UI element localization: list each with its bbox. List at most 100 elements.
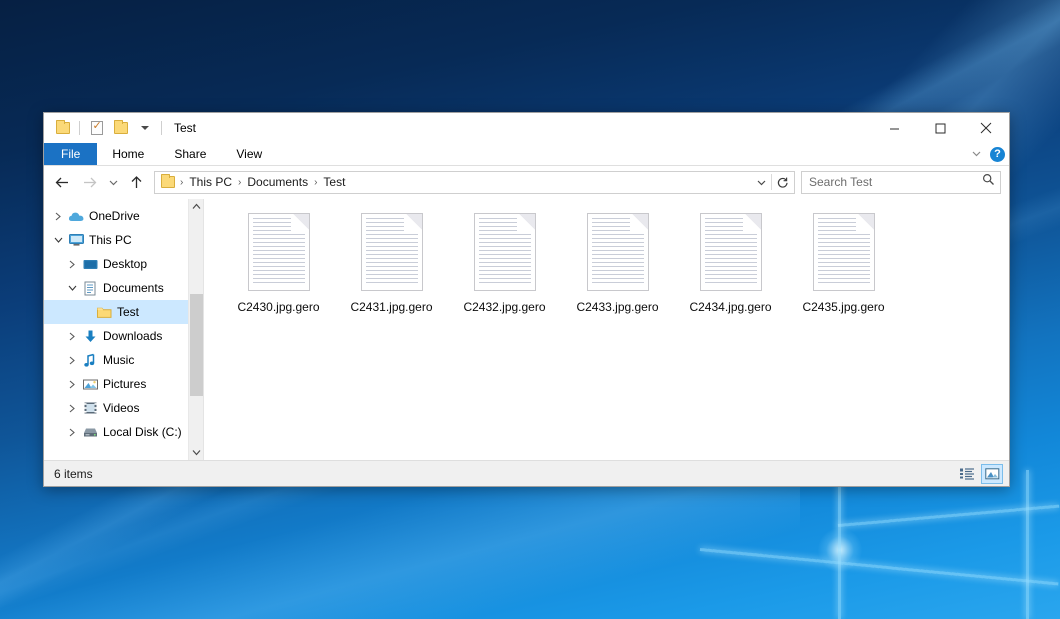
chevron-right-icon[interactable] [64, 332, 80, 341]
chevron-down-icon[interactable] [64, 284, 80, 292]
file-name-label: C2433.jpg.gero [576, 300, 658, 314]
chevron-down-icon[interactable] [134, 118, 155, 139]
ribbon-right-controls: ? [971, 143, 1005, 166]
sidebar-item-label: OneDrive [86, 209, 140, 223]
close-button[interactable] [963, 113, 1009, 143]
generic-document-icon [700, 213, 762, 291]
desktop-background: Test File Home Share View [0, 0, 1060, 619]
pictures-icon [80, 378, 100, 391]
monitor-icon [66, 233, 86, 247]
address-bar-tools [751, 172, 792, 193]
generic-document-icon [474, 213, 536, 291]
refresh-icon[interactable] [772, 172, 792, 193]
quick-access-toolbar [44, 118, 165, 139]
breadcrumb-item-documents[interactable]: Documents [243, 175, 312, 189]
cloud-icon [66, 210, 86, 223]
sidebar-item-music[interactable]: Music [44, 348, 203, 372]
sidebar-item-label: Downloads [100, 329, 162, 343]
search-box[interactable]: Search Test [801, 171, 1001, 194]
generic-document-icon [248, 213, 310, 291]
chevron-down-icon[interactable] [971, 146, 982, 164]
chevron-right-icon[interactable] [64, 428, 80, 437]
file-name-label: C2432.jpg.gero [463, 300, 545, 314]
sidebar-item-pictures[interactable]: Pictures [44, 372, 203, 396]
sidebar-item-local-disk-c[interactable]: Local Disk (C:) [44, 420, 203, 444]
chevron-right-icon[interactable] [50, 212, 66, 221]
chevron-right-icon[interactable] [64, 260, 80, 269]
breadcrumb-item-this-pc[interactable]: This PC [185, 175, 236, 189]
chevron-right-icon[interactable] [64, 404, 80, 413]
search-input[interactable]: Search Test [809, 175, 982, 189]
status-bar: 6 items [44, 460, 1009, 486]
tab-home[interactable]: Home [97, 143, 159, 165]
details-view-icon[interactable] [956, 464, 978, 484]
sidebar-item-label: Documents [100, 281, 164, 295]
download-icon [80, 329, 100, 344]
help-icon[interactable]: ? [990, 147, 1005, 162]
qat-separator-1 [79, 121, 80, 135]
new-folder-icon[interactable] [110, 118, 131, 139]
chevron-right-icon[interactable] [64, 356, 80, 365]
list-item[interactable]: C2431.jpg.gero [335, 213, 448, 333]
view-mode-buttons [956, 464, 1003, 484]
list-item[interactable]: C2435.jpg.gero [787, 213, 900, 333]
drive-icon [80, 426, 100, 439]
music-icon [80, 353, 100, 368]
tab-share[interactable]: Share [159, 143, 221, 165]
up-button[interactable] [123, 169, 150, 195]
file-name-label: C2435.jpg.gero [802, 300, 884, 314]
title-bar[interactable]: Test [44, 113, 1009, 143]
breadcrumb-item-test[interactable]: Test [319, 175, 349, 189]
maximize-button[interactable] [917, 113, 963, 143]
address-bar-row: › This PC › Documents › Test [44, 166, 1009, 199]
ribbon-tab-bar: File Home Share View ? [44, 143, 1009, 166]
chevron-down-icon[interactable] [50, 236, 66, 244]
file-name-label: C2431.jpg.gero [350, 300, 432, 314]
sidebar-item-this-pc[interactable]: This PC [44, 228, 203, 252]
chevron-down-icon[interactable] [751, 172, 771, 193]
window-title: Test [174, 121, 196, 135]
tab-view[interactable]: View [221, 143, 277, 165]
breadcrumb-separator-1[interactable]: › [236, 177, 243, 188]
navigation-pane-scrollbar[interactable] [188, 199, 203, 460]
chevron-down-icon[interactable] [189, 445, 204, 460]
breadcrumb-separator-2[interactable]: › [312, 177, 319, 188]
sidebar-item-onedrive[interactable]: OneDrive [44, 204, 203, 228]
list-item[interactable]: C2433.jpg.gero [561, 213, 674, 333]
list-item[interactable]: C2430.jpg.gero [222, 213, 335, 333]
scrollbar-thumb[interactable] [190, 294, 203, 396]
breadcrumb: › This PC › Documents › Test [161, 175, 751, 189]
file-name-label: C2430.jpg.gero [237, 300, 319, 314]
search-icon[interactable] [982, 173, 995, 191]
sidebar-item-desktop[interactable]: Desktop [44, 252, 203, 276]
desktop-icon [80, 258, 100, 271]
chevron-up-icon[interactable] [189, 199, 204, 214]
tab-file[interactable]: File [44, 143, 97, 165]
generic-document-icon [587, 213, 649, 291]
generic-document-icon [813, 213, 875, 291]
large-icons-view-icon[interactable] [981, 464, 1003, 484]
sidebar-item-videos[interactable]: Videos [44, 396, 203, 420]
forward-button[interactable] [76, 169, 103, 195]
breadcrumb-separator-0: › [178, 177, 185, 188]
file-name-label: C2434.jpg.gero [689, 300, 771, 314]
sidebar-item-documents[interactable]: Documents [44, 276, 203, 300]
recent-locations-button[interactable] [103, 169, 123, 195]
address-breadcrumb-bar[interactable]: › This PC › Documents › Test [154, 171, 795, 194]
minimize-button[interactable] [871, 113, 917, 143]
file-list-pane[interactable]: C2430.jpg.gero C2431.jpg.gero C2432.jpg.… [204, 199, 1009, 460]
window-controls [871, 113, 1009, 143]
generic-document-icon [361, 213, 423, 291]
documents-icon [80, 281, 100, 296]
list-item[interactable]: C2432.jpg.gero [448, 213, 561, 333]
chevron-right-icon[interactable] [64, 380, 80, 389]
sidebar-item-test[interactable]: Test [44, 300, 203, 324]
folder-icon[interactable] [52, 118, 73, 139]
sidebar-item-downloads[interactable]: Downloads [44, 324, 203, 348]
list-item[interactable]: C2434.jpg.gero [674, 213, 787, 333]
back-button[interactable] [49, 169, 76, 195]
properties-icon[interactable] [86, 118, 107, 139]
window-body: OneDrive This PC [44, 199, 1009, 460]
sidebar-item-label: Pictures [100, 377, 146, 391]
wallpaper-sheen-bottomleft [0, 470, 800, 619]
